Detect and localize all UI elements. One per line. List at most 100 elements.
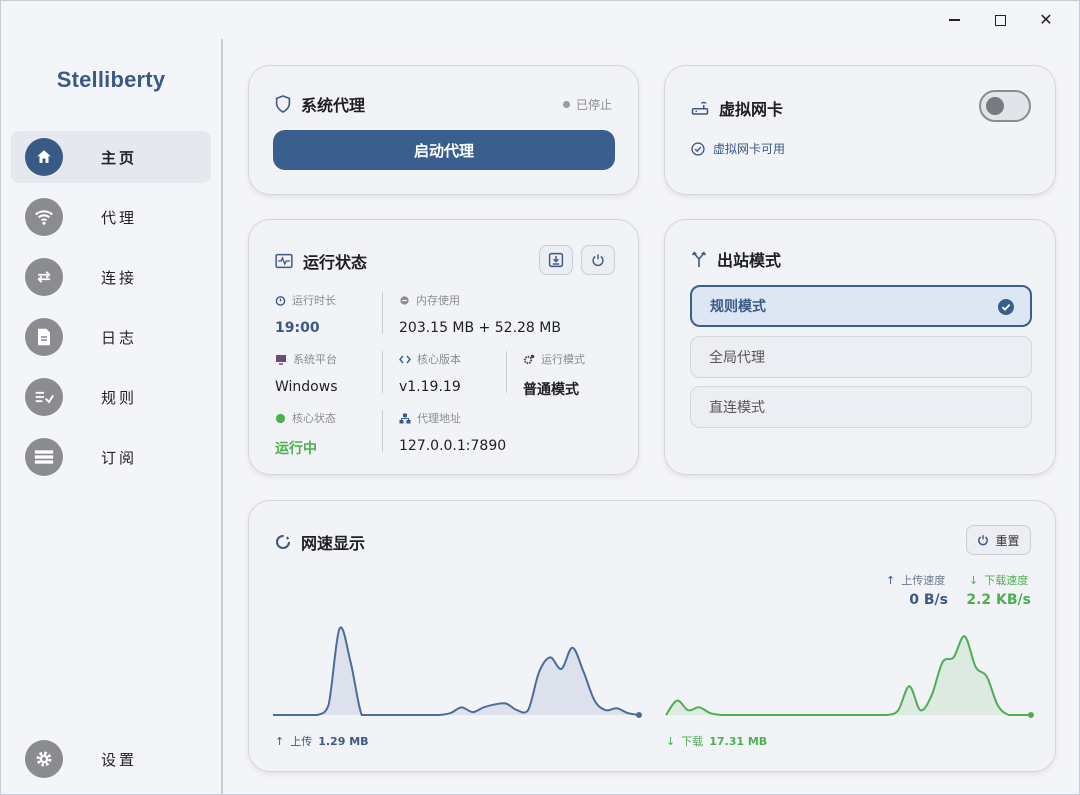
uptime-label: 运行时长 xyxy=(292,294,336,307)
wifi-icon xyxy=(25,198,63,236)
divider xyxy=(382,292,383,334)
tun-title: 虚拟网卡 xyxy=(691,96,783,120)
proxy-address-stat: 代理地址 127.0.0.1:7890 xyxy=(399,410,506,454)
core-version-value: v1.19.19 xyxy=(399,379,461,395)
memory-value: 203.15 MB + 52.28 MB xyxy=(399,320,561,336)
mode-option-global[interactable]: 全局代理 xyxy=(690,336,1032,378)
sidebar-item-label: 连接 xyxy=(101,268,138,287)
download-total: ↓ 下载 17.31 MB xyxy=(666,733,767,749)
upload-total-label: 上传 xyxy=(290,735,313,748)
code-icon xyxy=(399,355,411,363)
tun-card: 虚拟网卡 虚拟网卡可用 xyxy=(664,65,1056,195)
core-status-label: 核心状态 xyxy=(292,412,336,425)
upload-chart xyxy=(273,626,642,718)
network-icon xyxy=(399,413,411,423)
close-button[interactable]: ✕ xyxy=(1023,9,1069,31)
swap-icon xyxy=(25,258,63,296)
start-proxy-button[interactable]: 启动代理 xyxy=(273,130,615,170)
outbound-title: 出站模式 xyxy=(691,247,781,271)
core-status-stat: 核心状态 运行中 xyxy=(275,410,336,458)
sidebar-item-label: 主页 xyxy=(101,148,138,167)
uptime-value: 19:00 xyxy=(275,320,320,336)
core-version-label: 核心版本 xyxy=(417,353,461,366)
sidebar-item-label: 规则 xyxy=(101,388,138,407)
sidebar-item-label: 订阅 xyxy=(101,448,138,467)
mode-option-label: 全局代理 xyxy=(709,350,765,366)
download-config-button[interactable] xyxy=(539,245,573,275)
monitor-pulse-icon xyxy=(275,253,293,269)
settings-nav: 设置 xyxy=(11,733,211,793)
runtime-title-text: 运行状态 xyxy=(303,253,368,272)
sidebar-item-connections[interactable]: 连接 xyxy=(11,251,211,303)
toggle-knob xyxy=(986,97,1004,115)
download-icon xyxy=(548,252,564,268)
uptime-stat: 运行时长 19:00 xyxy=(275,292,336,336)
divider xyxy=(382,351,383,393)
nav-list: 主页 代理 连接 日志 规则 订阅 xyxy=(11,131,211,491)
sidebar-item-subscriptions[interactable]: 订阅 xyxy=(11,431,211,483)
app-logo: Stelliberty xyxy=(56,67,166,92)
sidebar-item-label: 代理 xyxy=(101,208,138,227)
sidebar-item-label: 设置 xyxy=(101,750,138,769)
minimize-button[interactable] xyxy=(931,9,977,31)
proxy-status-text: 已停止 xyxy=(575,98,612,112)
platform-value: Windows xyxy=(275,379,338,395)
runtime-title: 运行状态 xyxy=(275,249,367,273)
download-total-label: 下载 xyxy=(681,735,704,748)
sidebar-item-proxy[interactable]: 代理 xyxy=(11,191,211,243)
sidebar-item-home[interactable]: 主页 xyxy=(11,131,211,183)
system-proxy-title-text: 系统代理 xyxy=(301,96,366,115)
download-total-value: 17.31 MB xyxy=(709,734,768,748)
mode-option-label: 直连模式 xyxy=(709,400,765,416)
sidebar-item-logs[interactable]: 日志 xyxy=(11,311,211,363)
platform-label: 系统平台 xyxy=(293,353,337,366)
gears-icon xyxy=(523,354,535,364)
sidebar-item-rules[interactable]: 规则 xyxy=(11,371,211,423)
memory-icon xyxy=(400,295,409,305)
tun-title-text: 虚拟网卡 xyxy=(719,100,784,119)
sidebar: Stelliberty 主页 代理 连接 日志 规则 订阅 设置 xyxy=(1,39,223,795)
proxy-status: 已停止 xyxy=(562,96,612,113)
run-mode-value: 普通模式 xyxy=(523,382,579,398)
data-point xyxy=(1028,712,1034,718)
network-speed-card: 网速显示 重置 ↑ 上传速度 ↓ 下载速度 0 B/s 2.2 KB/s ↑ 上… xyxy=(248,500,1056,772)
proxy-address-label: 代理地址 xyxy=(417,412,461,425)
speed-chart xyxy=(273,626,1034,718)
home-icon xyxy=(25,138,63,176)
upload-total: ↑ 上传 1.29 MB xyxy=(275,733,369,749)
platform-stat: 系统平台 Windows xyxy=(275,351,338,395)
system-proxy-card: 系统代理 已停止 启动代理 xyxy=(248,65,639,195)
tun-status-text: 虚拟网卡可用 xyxy=(713,142,786,156)
timer-icon xyxy=(275,295,286,306)
router-icon xyxy=(691,101,709,115)
divider xyxy=(382,410,383,452)
download-chart xyxy=(665,635,1034,718)
power-icon xyxy=(592,254,604,267)
arrow-up-icon: ↑ xyxy=(275,734,285,748)
tun-status: 虚拟网卡可用 xyxy=(691,140,785,157)
run-mode-stat: 运行模式 普通模式 xyxy=(523,351,585,399)
upload-total-value: 1.29 MB xyxy=(318,734,369,748)
list-icon xyxy=(25,438,63,476)
memory-label: 内存使用 xyxy=(416,294,460,307)
proxy-address-value: 127.0.0.1:7890 xyxy=(399,438,507,454)
gear-icon xyxy=(25,740,63,778)
runtime-card: 运行状态 运行时长 19:00 内存使用 203.15 MB + 52.28 M… xyxy=(248,219,639,475)
core-version-stat: 核心版本 v1.19.19 xyxy=(399,351,461,395)
window-controls: ✕ xyxy=(931,9,1069,31)
sidebar-item-settings[interactable]: 设置 xyxy=(11,733,211,785)
monitor-icon xyxy=(276,354,286,365)
status-dot-icon xyxy=(275,413,286,423)
outbound-title-text: 出站模式 xyxy=(717,251,782,270)
shield-icon xyxy=(275,95,291,113)
restart-core-button[interactable] xyxy=(581,245,615,275)
mode-option-direct[interactable]: 直连模式 xyxy=(690,386,1032,428)
mode-option-rule[interactable]: 规则模式 xyxy=(690,285,1032,327)
maximize-button[interactable] xyxy=(977,9,1023,31)
memory-stat: 内存使用 203.15 MB + 52.28 MB xyxy=(399,292,561,336)
fork-icon xyxy=(691,251,707,267)
core-status-value: 运行中 xyxy=(275,441,317,457)
outbound-mode-card: 出站模式 规则模式 全局代理 直连模式 xyxy=(664,219,1056,475)
sidebar-item-label: 日志 xyxy=(101,328,138,347)
tun-toggle[interactable] xyxy=(979,90,1031,122)
